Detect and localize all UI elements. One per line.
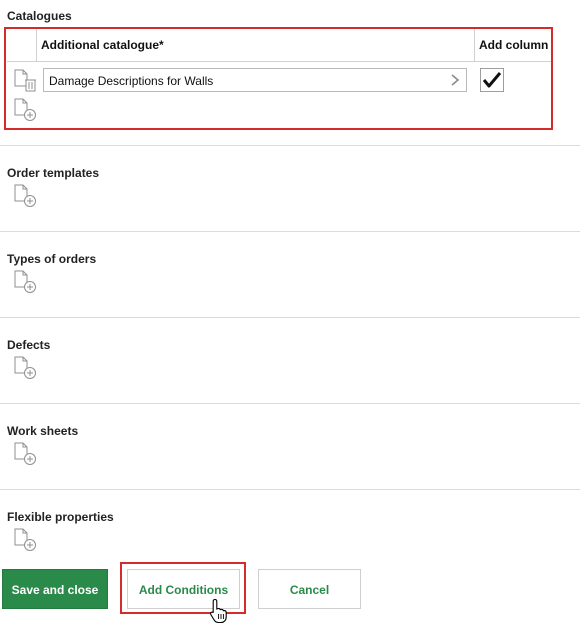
section-divider bbox=[0, 317, 580, 318]
add-order-template-icon[interactable] bbox=[12, 184, 38, 208]
table-col-line bbox=[474, 28, 475, 61]
section-divider bbox=[0, 403, 580, 404]
section-divider bbox=[0, 231, 580, 232]
work-sheets-title: Work sheets bbox=[7, 424, 79, 438]
order-templates-title: Order templates bbox=[7, 166, 100, 180]
add-flexible-property-icon[interactable] bbox=[12, 528, 38, 552]
cancel-button[interactable]: Cancel bbox=[258, 569, 361, 609]
checkmark-icon bbox=[482, 72, 502, 88]
add-conditions-button[interactable]: Add Conditions bbox=[127, 569, 240, 609]
types-of-orders-title: Types of orders bbox=[7, 252, 97, 266]
table-header-line bbox=[7, 61, 552, 62]
save-and-close-button[interactable]: Save and close bbox=[2, 569, 108, 609]
add-defect-icon[interactable] bbox=[12, 356, 38, 380]
column-header-catalogue: Additional catalogue* bbox=[41, 38, 164, 52]
add-work-sheet-icon[interactable] bbox=[12, 442, 38, 466]
catalogue-value: Damage Descriptions for Walls bbox=[49, 74, 214, 88]
trash-icon[interactable] bbox=[12, 68, 38, 94]
catalogues-title: Catalogues bbox=[7, 9, 72, 23]
section-divider bbox=[0, 145, 580, 146]
add-catalogue-icon[interactable] bbox=[12, 98, 38, 122]
additional-catalogue-field[interactable]: Damage Descriptions for Walls bbox=[43, 68, 467, 92]
chevron-right-icon[interactable] bbox=[450, 73, 460, 92]
add-column-checkbox[interactable] bbox=[480, 68, 504, 92]
add-order-type-icon[interactable] bbox=[12, 270, 38, 294]
table-col-line bbox=[36, 28, 37, 61]
table-top-line bbox=[7, 28, 552, 29]
flexible-properties-title: Flexible properties bbox=[7, 510, 114, 524]
section-divider bbox=[0, 489, 580, 490]
column-header-add-column: Add column bbox=[479, 38, 549, 52]
defects-title: Defects bbox=[7, 338, 51, 352]
